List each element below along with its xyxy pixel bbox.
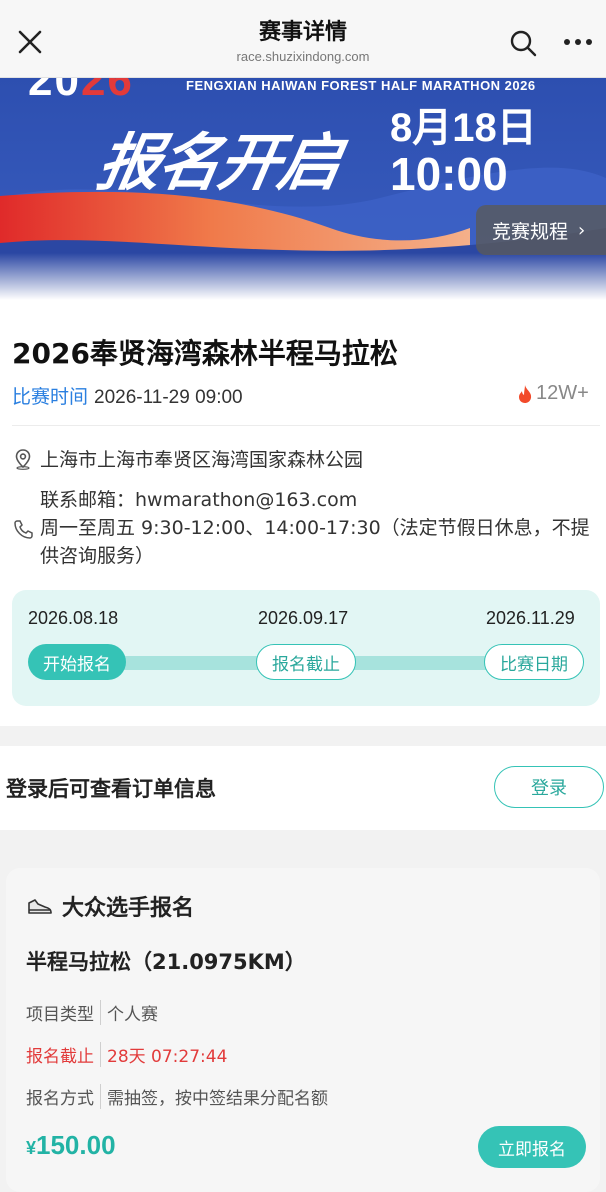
phone-icon	[14, 520, 33, 539]
location-pin-icon	[15, 448, 31, 470]
search-icon[interactable]	[508, 28, 538, 58]
race-time-value: 2026-11-29 09:00	[94, 387, 243, 408]
register-now-button[interactable]: 立即报名	[478, 1126, 586, 1168]
banner-slogan: 报名开启	[92, 126, 346, 199]
timeline-date-start: 2026.08.18	[28, 608, 119, 628]
more-options-icon[interactable]	[562, 30, 594, 54]
contact-hours-row: 周一至周五 9:30-12:00、14:00-17:30（法定节假日休息，不提供…	[12, 514, 602, 570]
login-prompt-section: 登录后可查看订单信息 登录	[0, 746, 606, 830]
timeline-step-deadline: 报名截止	[256, 644, 356, 680]
signup-method-label: 报名方式	[26, 1084, 101, 1109]
timeline-date-deadline: 2026.09.17	[258, 608, 349, 628]
deadline-label: 报名截止	[26, 1042, 101, 1067]
timeline-step-race-day: 比赛日期	[484, 644, 584, 680]
popularity-badge: 12W+	[516, 382, 589, 405]
banner-year: 2026	[28, 78, 134, 105]
nav-title-block: 赛事详情 race.shuzixindong.com	[150, 18, 456, 66]
competition-rules-button[interactable]: 竞赛规程 ›	[476, 205, 606, 255]
deadline-countdown: 28天 07:27:44	[107, 1047, 228, 1067]
banner-open-date: 8月18日 10:00	[390, 106, 537, 200]
chevron-right-icon: ›	[578, 219, 586, 241]
race-time-row: 比赛时间 2026-11-29 09:00	[12, 382, 243, 409]
page-domain: race.shuzixindong.com	[236, 49, 370, 64]
entry-price: ¥150.00	[26, 1130, 116, 1160]
event-banner: 2026 FENGXIAN HAIWAN FOREST HALF MARATHO…	[0, 78, 606, 300]
registration-card: 大众选手报名 半程马拉松（21.0975KM） 项目类型 个人赛 报名截止 28天 …	[6, 868, 600, 1192]
close-icon[interactable]	[14, 26, 46, 58]
signup-method-value: 需抽签，按中签结果分配名额	[107, 1089, 328, 1109]
banner-english-title: FENGXIAN HAIWAN FOREST HALF MARATHON 202…	[186, 78, 536, 93]
contact-info: 联系邮箱：hwmarathon@163.com 周一至周五 9:30-12:00…	[12, 486, 602, 570]
race-type-value: 个人赛	[107, 1005, 158, 1025]
login-prompt-text: 登录后可查看订单信息	[6, 777, 216, 801]
race-title: 2026奉贤海湾森林半程马拉松	[12, 337, 398, 370]
flame-icon	[519, 384, 532, 403]
top-nav-bar: 赛事详情 race.shuzixindong.com	[0, 0, 606, 78]
race-time-label: 比赛时间	[12, 386, 89, 408]
race-info-card: 2026奉贤海湾森林半程马拉松 比赛时间 2026-11-29 09:00 12W…	[0, 300, 606, 726]
registration-heading: 大众选手报名	[26, 890, 194, 922]
signup-method-row: 报名方式 需抽签，按中签结果分配名额	[26, 1084, 328, 1109]
race-item-name: 半程马拉松（21.0975KM）	[26, 950, 306, 974]
timeline-step-start: 开始报名	[28, 644, 126, 680]
race-type-label: 项目类型	[26, 1000, 101, 1025]
page-title: 赛事详情	[258, 20, 347, 45]
contact-email[interactable]: 联系邮箱：hwmarathon@163.com	[12, 486, 602, 514]
deadline-countdown-row: 报名截止 28天 07:27:44	[26, 1042, 227, 1067]
race-type-row: 项目类型 个人赛	[26, 1000, 158, 1025]
race-location[interactable]: 上海市上海市奉贤区海湾国家森林公园	[12, 445, 363, 472]
running-shoe-icon	[28, 899, 52, 914]
registration-timeline: 2026.08.18 2026.09.17 2026.11.29 开始报名 报名…	[12, 590, 600, 706]
login-button[interactable]: 登录	[494, 766, 604, 808]
divider	[12, 425, 600, 426]
timeline-date-race: 2026.11.29	[486, 608, 575, 628]
